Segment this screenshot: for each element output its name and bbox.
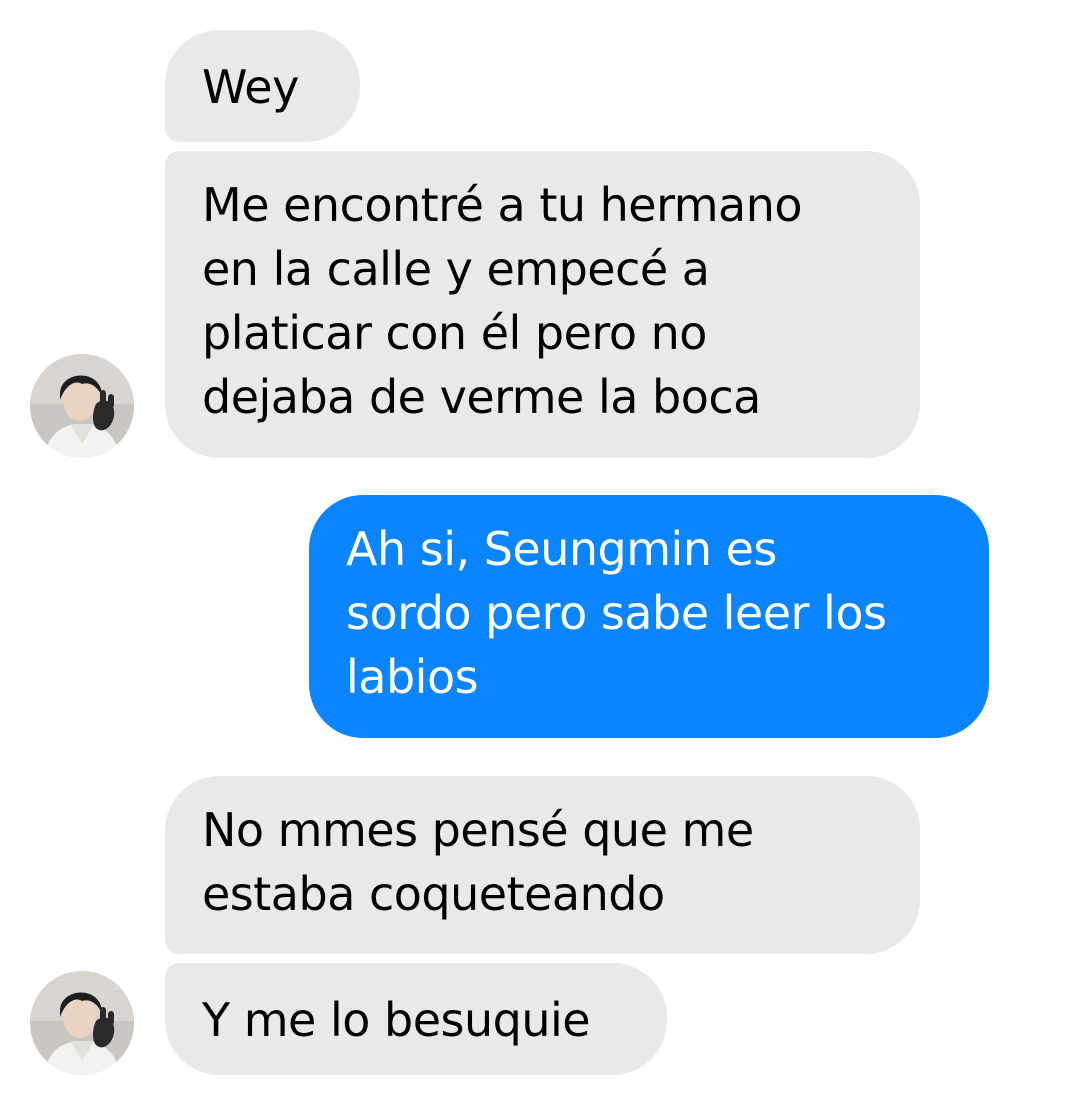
contact-avatar[interactable]	[30, 354, 134, 458]
avatar-photo-icon	[30, 971, 134, 1075]
avatar-photo-icon	[30, 354, 134, 458]
contact-avatar[interactable]	[30, 971, 134, 1075]
incoming-message-bubble[interactable]: Me encontré a tu hermano en la calle y e…	[165, 151, 920, 458]
incoming-message-bubble[interactable]: No mmes pensé que me estaba coqueteando	[165, 776, 920, 954]
outgoing-message-bubble[interactable]: Ah si, Seungmin es sordo pero sabe leer …	[309, 495, 989, 738]
incoming-message-bubble[interactable]: Wey	[165, 30, 360, 142]
incoming-message-bubble[interactable]: Y me lo besuquie	[165, 963, 667, 1075]
